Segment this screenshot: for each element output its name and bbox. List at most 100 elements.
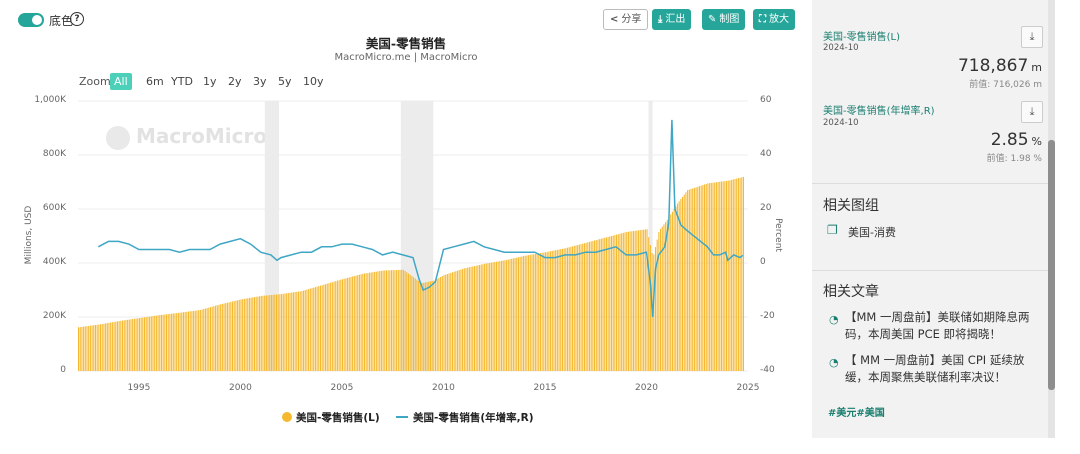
bar — [243, 298, 245, 371]
x-tick: 2015 — [533, 383, 557, 393]
panel-series1-prev: 前值: 716,026 m — [969, 80, 1042, 90]
bar — [727, 180, 729, 371]
bar — [487, 263, 489, 371]
bar — [495, 261, 497, 371]
bar — [372, 272, 374, 371]
bar — [113, 321, 115, 371]
bar — [605, 237, 607, 371]
article-link[interactable]: 【MM 一周盘前】美联储如期降息两码，本周美国 PCE 即将揭晓！ — [845, 309, 1045, 343]
bar — [237, 300, 239, 371]
bar — [191, 311, 193, 371]
bar — [558, 249, 560, 371]
bar — [724, 181, 726, 371]
divider — [812, 183, 1048, 184]
bar — [734, 178, 736, 371]
bar — [167, 314, 169, 371]
panel-series1-name[interactable]: 美国-零售销售(L) — [823, 28, 900, 43]
bar — [208, 307, 210, 371]
bar — [328, 283, 330, 371]
bar — [242, 299, 244, 371]
scrollbar-thumb[interactable] — [1048, 140, 1055, 390]
bar — [116, 321, 119, 371]
bar — [384, 270, 386, 371]
legend-item-bar[interactable]: 美国-零售销售(L) — [282, 410, 380, 425]
bar — [333, 281, 335, 371]
bar — [176, 313, 178, 371]
bar — [646, 229, 648, 371]
bar — [649, 245, 651, 371]
bar — [517, 257, 519, 371]
bar — [588, 241, 591, 371]
bar — [433, 280, 435, 371]
bar — [424, 282, 426, 371]
bar — [565, 248, 567, 371]
bar — [470, 266, 472, 371]
bar — [516, 257, 518, 371]
panel-series2-name[interactable]: 美国-零售销售(年增率,R) — [823, 102, 935, 117]
bar — [335, 281, 337, 371]
bar — [416, 279, 418, 371]
bar — [609, 236, 611, 371]
y-tick-right: 40 — [760, 149, 772, 159]
bar — [418, 281, 420, 371]
bar — [514, 258, 516, 371]
article-link[interactable]: 【 MM 一周盘前】美国 CPI 延续放缓，本周聚焦美联储利率决议！ — [845, 352, 1045, 386]
bar — [93, 325, 95, 371]
bar — [419, 282, 421, 371]
bar — [536, 253, 538, 371]
bar — [255, 296, 257, 371]
related-chart-link[interactable]: 美国-消费 — [848, 224, 896, 240]
bar — [252, 297, 254, 371]
bar — [262, 295, 264, 371]
download-series2-button[interactable]: ⤓ — [1021, 101, 1043, 123]
bar — [321, 285, 323, 371]
tag-links[interactable]: #美元#美国 — [828, 404, 885, 419]
bar — [480, 264, 482, 371]
bar — [582, 243, 584, 371]
bar — [472, 266, 474, 371]
bar — [187, 311, 190, 371]
bar — [155, 315, 157, 371]
bar — [429, 281, 432, 371]
bar — [490, 262, 492, 371]
bar — [570, 246, 572, 371]
bar — [550, 251, 552, 371]
bar — [509, 259, 511, 371]
bar — [316, 286, 318, 371]
bar — [306, 289, 308, 371]
related-articles-title: 相关文章 — [823, 284, 879, 300]
bar — [440, 276, 442, 371]
bar — [230, 301, 232, 371]
bar — [600, 238, 602, 371]
bar — [121, 320, 124, 371]
bar — [225, 303, 227, 371]
bar — [722, 181, 724, 371]
bar — [111, 322, 113, 371]
bar — [377, 271, 379, 371]
panel-series2-prev: 前值: 1.98 % — [986, 154, 1042, 164]
bar — [473, 266, 476, 371]
bar — [128, 319, 130, 371]
bar — [379, 271, 381, 371]
x-tick: 2005 — [330, 383, 354, 393]
bar — [528, 255, 530, 371]
bar — [184, 312, 186, 371]
bar — [314, 287, 316, 371]
bar — [626, 231, 628, 371]
y-tick-right: 60 — [760, 95, 772, 105]
bar — [441, 276, 443, 371]
bar — [595, 240, 597, 371]
legend-item-line[interactable]: 美国-零售销售(年增率,R) — [396, 410, 534, 425]
bar — [264, 295, 266, 371]
x-tick: 2000 — [228, 383, 252, 393]
bar — [215, 305, 217, 371]
bar — [228, 302, 230, 371]
bar — [704, 184, 706, 371]
bar — [597, 239, 599, 371]
y-axis-right-label: Percent — [773, 218, 783, 252]
bar — [196, 310, 198, 371]
bar — [318, 286, 320, 371]
bar — [308, 289, 310, 371]
bar — [257, 296, 259, 371]
download-series1-button[interactable]: ⤓ — [1021, 26, 1043, 48]
